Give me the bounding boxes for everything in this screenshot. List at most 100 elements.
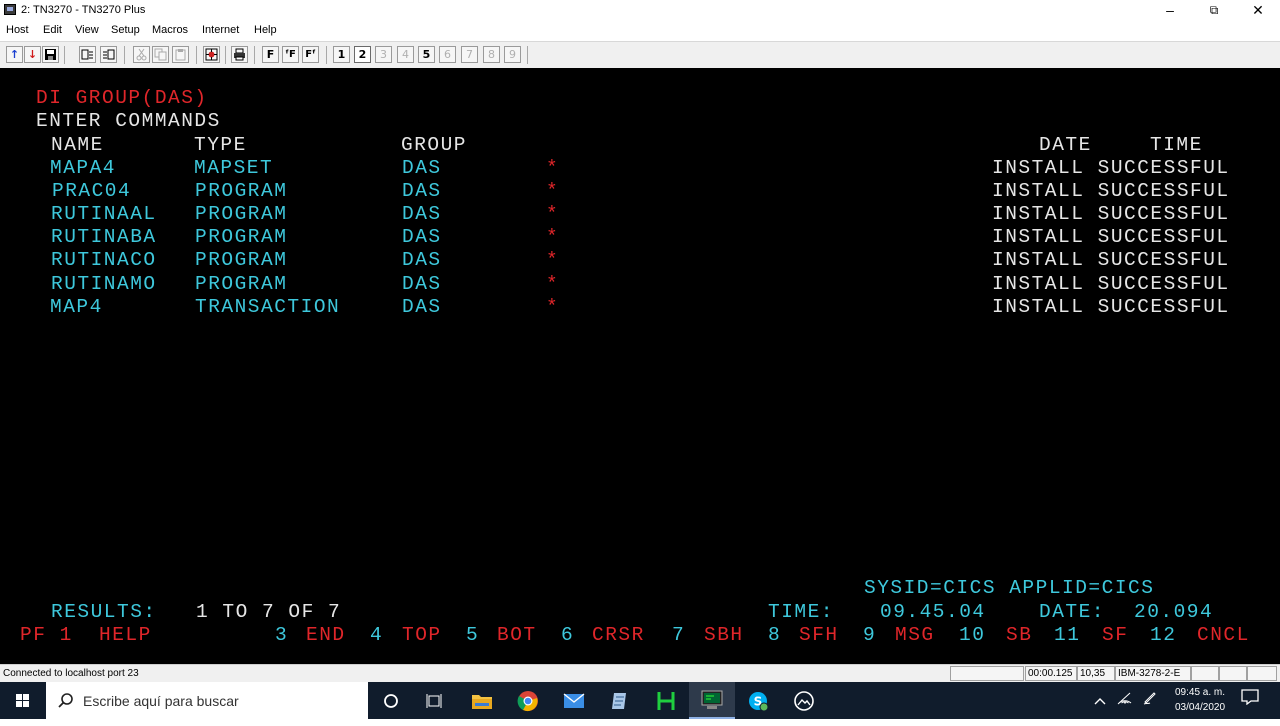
- pf12-key[interactable]: 12: [1150, 625, 1176, 645]
- system-clock[interactable]: 09:45 a. m. 03/04/2020: [1163, 685, 1237, 715]
- pf7-key[interactable]: 7: [672, 625, 685, 645]
- row-name[interactable]: RUTINAAL: [51, 204, 157, 224]
- results-label: RESULTS:: [51, 601, 157, 623]
- screen-capture-icon[interactable]: [203, 46, 220, 63]
- pf4-key[interactable]: 4: [370, 625, 383, 645]
- row-name[interactable]: RUTINABA: [51, 227, 157, 247]
- pf6-key[interactable]: 6: [561, 625, 574, 645]
- font-button-smaller[interactable]: ᶠF: [282, 46, 299, 63]
- row-name[interactable]: RUTINACO: [51, 250, 157, 270]
- pf1-label: HELP: [99, 624, 152, 646]
- session-3-button[interactable]: 3: [375, 46, 392, 63]
- save-icon[interactable]: [42, 46, 59, 63]
- hercules-app-icon[interactable]: [643, 682, 689, 719]
- cortana-icon[interactable]: [368, 682, 414, 719]
- pf10-key[interactable]: 10: [959, 625, 985, 645]
- menu-edit[interactable]: Edit: [43, 24, 62, 36]
- row-group: DAS: [402, 157, 442, 179]
- send-file-icon[interactable]: [79, 46, 96, 63]
- pf11-label: SF: [1102, 624, 1129, 646]
- connection-status: Connected to localhost port 23: [3, 668, 139, 679]
- session-2-button[interactable]: 2: [354, 46, 371, 63]
- notes-app-icon[interactable]: [597, 682, 643, 719]
- session-4-button[interactable]: 4: [397, 46, 414, 63]
- session-7-button[interactable]: 7: [461, 46, 478, 63]
- row-flag: *: [546, 226, 560, 248]
- cut-icon[interactable]: [133, 46, 150, 63]
- session-9-button[interactable]: 9: [504, 46, 521, 63]
- pf5-label: BOT: [497, 624, 537, 646]
- toolbar: ↑ ↓ F ᶠF Fᶠ 1 2 3 4 5 6 7 8 9: [0, 41, 1280, 68]
- notifications-icon[interactable]: [1241, 682, 1259, 719]
- pf3-key[interactable]: 3: [275, 625, 288, 645]
- command-prompt[interactable]: ENTER COMMANDS: [36, 111, 221, 131]
- row-type: PROGRAM: [195, 273, 288, 295]
- row-name[interactable]: MAP4: [50, 297, 103, 317]
- task-view-icon[interactable]: [412, 682, 458, 719]
- taskbar-search[interactable]: Escribe aquí para buscar: [46, 682, 368, 719]
- menu-host[interactable]: Host: [6, 24, 29, 36]
- pf1-key[interactable]: PF 1: [20, 625, 73, 645]
- row-status: INSTALL SUCCESSFUL: [992, 203, 1230, 225]
- close-button[interactable]: ✕: [1236, 0, 1280, 21]
- menu-internet[interactable]: Internet: [202, 24, 239, 36]
- row-status: INSTALL SUCCESSFUL: [992, 157, 1230, 179]
- print-icon[interactable]: [231, 46, 248, 63]
- pen-workspace-icon[interactable]: [1142, 682, 1158, 719]
- results-value: 1 TO 7 OF 7: [196, 601, 342, 623]
- pf12-label: CNCL: [1197, 624, 1250, 646]
- photos-icon[interactable]: [781, 682, 827, 719]
- menu-setup[interactable]: Setup: [111, 24, 140, 36]
- skype-icon[interactable]: S: [735, 682, 781, 719]
- network-icon[interactable]: [1117, 682, 1133, 719]
- receive-file-icon[interactable]: [100, 46, 117, 63]
- font-button-large[interactable]: F: [262, 46, 279, 63]
- copy-icon[interactable]: [152, 46, 169, 63]
- row-type: TRANSACTION: [195, 296, 341, 318]
- sysid-applid: SYSID=CICS APPLID=CICS: [864, 577, 1155, 599]
- file-explorer-icon[interactable]: [459, 682, 505, 719]
- pf9-key[interactable]: 9: [863, 625, 876, 645]
- mail-icon[interactable]: [551, 682, 597, 719]
- column-header-date: DATE: [1039, 134, 1092, 156]
- menu-view[interactable]: View: [75, 24, 99, 36]
- upload-arrow-icon[interactable]: ↑: [6, 46, 23, 63]
- command-header: DI GROUP(DAS): [36, 87, 208, 109]
- elapsed-time: 00:00.125: [1025, 666, 1077, 681]
- row-flag: *: [546, 180, 560, 202]
- row-name[interactable]: MAPA4: [50, 158, 116, 178]
- status-cell-empty: [1219, 666, 1247, 681]
- start-button[interactable]: [0, 682, 46, 719]
- minimize-button[interactable]: –: [1148, 0, 1192, 21]
- session-1-button[interactable]: 1: [333, 46, 350, 63]
- menu-help[interactable]: Help: [254, 24, 277, 36]
- download-arrow-icon[interactable]: ↓: [24, 46, 41, 63]
- session-6-button[interactable]: 6: [439, 46, 456, 63]
- menu-macros[interactable]: Macros: [152, 24, 188, 36]
- chrome-icon[interactable]: [505, 682, 551, 719]
- row-name[interactable]: PRAC04: [52, 181, 131, 201]
- session-5-button[interactable]: 5: [418, 46, 435, 63]
- pf8-key[interactable]: 8: [768, 625, 781, 645]
- pf5-key[interactable]: 5: [466, 625, 479, 645]
- status-cell-empty: [950, 666, 1024, 681]
- session-8-button[interactable]: 8: [483, 46, 500, 63]
- row-flag: *: [546, 249, 560, 271]
- terminal-screen[interactable]: DI GROUP(DAS) ENTER COMMANDS NAME TYPE G…: [0, 68, 1280, 664]
- row-status: INSTALL SUCCESSFUL: [992, 249, 1230, 271]
- maximize-button[interactable]: ⧉: [1192, 0, 1236, 21]
- date-label: DATE:: [1039, 601, 1106, 623]
- row-name[interactable]: RUTINAMO: [51, 274, 157, 294]
- pf9-label: MSG: [895, 624, 935, 646]
- pf11-key[interactable]: 11: [1054, 625, 1080, 645]
- row-type: MAPSET: [194, 157, 274, 179]
- font-button-larger[interactable]: Fᶠ: [302, 46, 319, 63]
- row-group: DAS: [402, 296, 442, 318]
- show-hidden-icons-chevron-icon[interactable]: [1094, 682, 1106, 719]
- time-value: 09.45.04: [880, 601, 986, 623]
- menu-bar: Host Edit View Setup Macros Internet Hel…: [0, 21, 1280, 41]
- paste-icon[interactable]: [172, 46, 189, 63]
- tn3270-taskbar-icon[interactable]: [689, 682, 735, 719]
- title-bar: 2: TN3270 - TN3270 Plus – ⧉ ✕: [0, 0, 1280, 21]
- windows-logo-icon: [16, 694, 30, 708]
